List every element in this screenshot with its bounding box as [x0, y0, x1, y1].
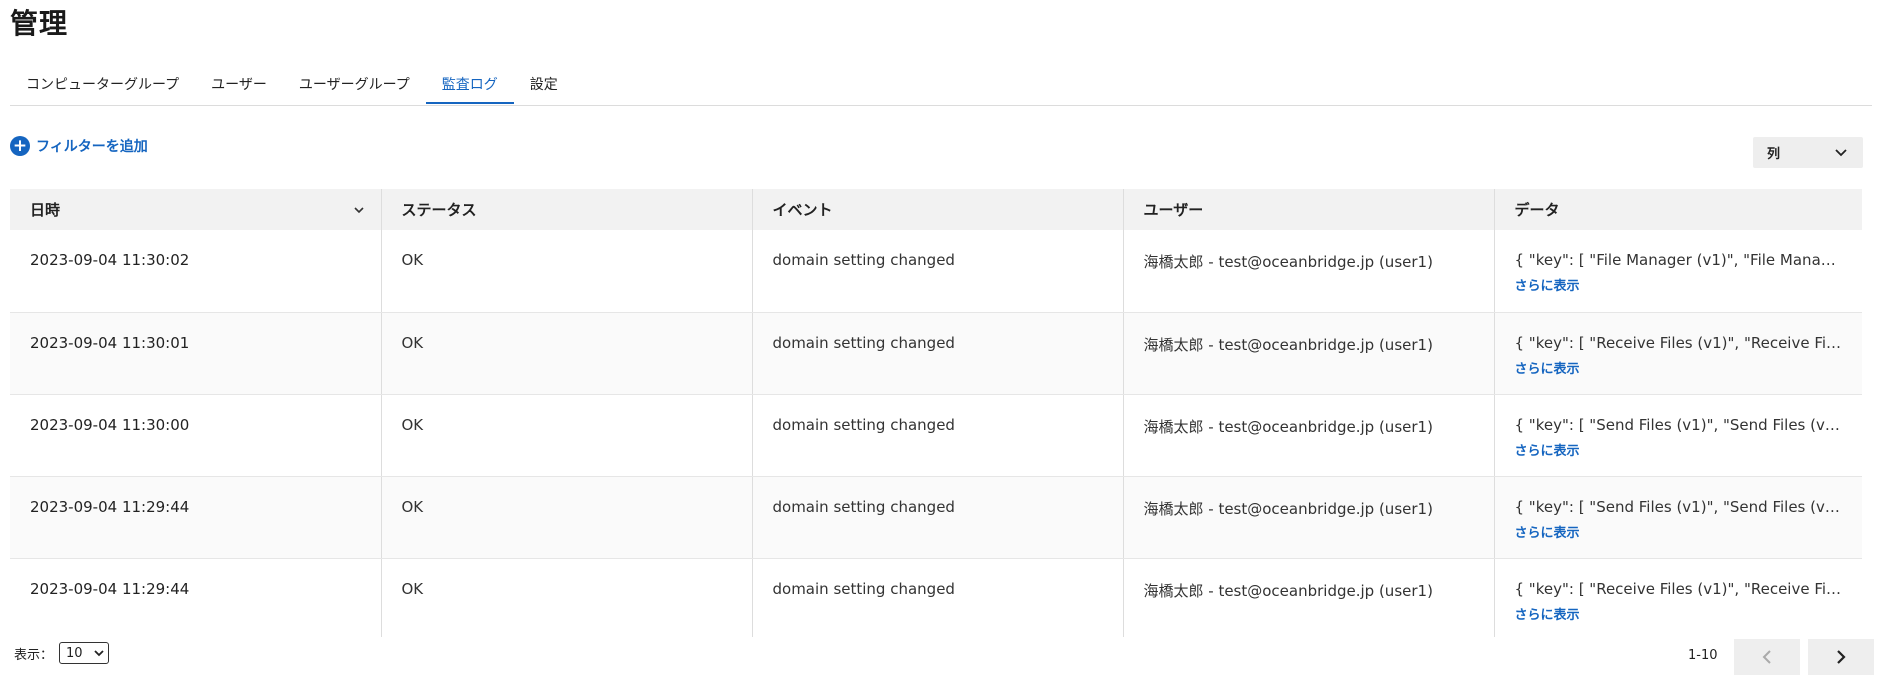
event-cell: domain setting changed	[772, 251, 955, 269]
chevron-down-icon[interactable]	[351, 202, 367, 218]
data-cell: { "key": [ "Send Files (v1)", "Send File…	[1514, 497, 1843, 516]
tab-users[interactable]: ユーザー	[195, 60, 283, 104]
user-cell: 海橋太郎 - test@oceanbridge.jp (user1)	[1143, 417, 1433, 436]
chevron-down-icon	[94, 649, 104, 656]
column-header-status[interactable]: ステータス	[381, 189, 753, 230]
chevron-left-icon	[1762, 650, 1771, 664]
data-cell: { "key": [ "Receive Files (v1)", "Receiv…	[1514, 333, 1843, 352]
event-cell: domain setting changed	[772, 497, 955, 516]
data-cell: { "key": [ "Send Files (v1)", "Send File…	[1514, 415, 1843, 434]
table-row: 2023-09-04 11:29:44 OK domain setting ch…	[10, 558, 1862, 637]
datetime-cell: 2023-09-04 11:30:01	[30, 333, 190, 352]
pagination-range: 1-10	[1688, 648, 1718, 663]
column-header-datetime[interactable]: 日時	[10, 189, 382, 230]
page-size-label: 表示：	[14, 647, 54, 663]
plus-circle-icon: +	[10, 136, 30, 156]
add-filter-label: フィルターを追加	[36, 139, 148, 155]
data-cell: { "key": [ "Receive Files (v1)", "Receiv…	[1514, 579, 1843, 598]
show-more-link[interactable]: さらに表示	[1515, 358, 1843, 377]
add-filter-button[interactable]: + フィルターを追加	[10, 136, 148, 156]
page-title: 管理	[10, 7, 69, 40]
column-header-data[interactable]: データ	[1494, 189, 1862, 230]
user-cell: 海橋太郎 - test@oceanbridge.jp (user1)	[1143, 581, 1433, 600]
table-row: 2023-09-04 11:29:44 OK domain setting ch…	[10, 476, 1862, 559]
data-cell: { "key": [ "File Manager (v1)", "File Ma…	[1514, 251, 1843, 269]
user-cell: 海橋太郎 - test@oceanbridge.jp (user1)	[1143, 335, 1433, 354]
admin-page: 管理 コンピューターグループ ユーザー ユーザーグループ 監査ログ 設定 + フ…	[0, 0, 1880, 692]
table-row: 2023-09-04 11:30:01 OK domain setting ch…	[10, 312, 1862, 395]
show-more-link[interactable]: さらに表示	[1515, 604, 1843, 623]
table-row: 2023-09-04 11:30:02 OK domain setting ch…	[10, 230, 1862, 313]
show-more-link[interactable]: さらに表示	[1515, 440, 1843, 459]
datetime-cell: 2023-09-04 11:29:44	[30, 579, 190, 598]
previous-page-button[interactable]	[1734, 639, 1800, 675]
datetime-cell: 2023-09-04 11:30:02	[30, 251, 190, 269]
tab-user-groups[interactable]: ユーザーグループ	[283, 60, 426, 104]
show-more-link[interactable]: さらに表示	[1515, 275, 1843, 294]
columns-label: 列	[1767, 147, 1781, 162]
event-cell: domain setting changed	[772, 579, 955, 598]
tab-audit-log[interactable]: 監査ログ	[425, 60, 514, 104]
chevron-down-icon	[1835, 148, 1847, 156]
event-cell: domain setting changed	[772, 333, 955, 352]
show-more-link[interactable]: さらに表示	[1515, 522, 1843, 541]
column-header-label: 日時	[30, 201, 61, 219]
tab-settings[interactable]: 設定	[514, 60, 574, 104]
event-cell: domain setting changed	[772, 415, 955, 434]
next-page-button[interactable]	[1808, 639, 1874, 675]
page-size-select[interactable]: 10	[59, 642, 110, 664]
column-header-user[interactable]: ユーザー	[1123, 189, 1495, 230]
audit-log-table: 日時 ステータス イベント ユーザー データ 2023-09-04 11:30:…	[10, 189, 1862, 637]
datetime-cell: 2023-09-04 11:30:00	[30, 415, 190, 434]
tab-bar: コンピューターグループ ユーザー ユーザーグループ 監査ログ 設定	[10, 60, 1872, 106]
columns-dropdown[interactable]: 列	[1753, 137, 1863, 168]
user-cell: 海橋太郎 - test@oceanbridge.jp (user1)	[1143, 499, 1433, 518]
table-row: 2023-09-04 11:30:00 OK domain setting ch…	[10, 394, 1862, 477]
status-cell: OK	[401, 497, 424, 516]
column-header-event[interactable]: イベント	[752, 189, 1124, 230]
table-header-row: 日時 ステータス イベント ユーザー データ	[10, 189, 1862, 230]
page-size-value: 10	[66, 645, 83, 661]
status-cell: OK	[401, 333, 424, 352]
status-cell: OK	[401, 251, 424, 269]
chevron-right-icon	[1837, 650, 1846, 664]
page-size-control: 表示： 10	[14, 642, 110, 664]
status-cell: OK	[401, 579, 424, 598]
tab-computer-groups[interactable]: コンピューターグループ	[10, 60, 195, 104]
datetime-cell: 2023-09-04 11:29:44	[30, 497, 190, 516]
user-cell: 海橋太郎 - test@oceanbridge.jp (user1)	[1143, 253, 1433, 271]
status-cell: OK	[401, 415, 424, 434]
